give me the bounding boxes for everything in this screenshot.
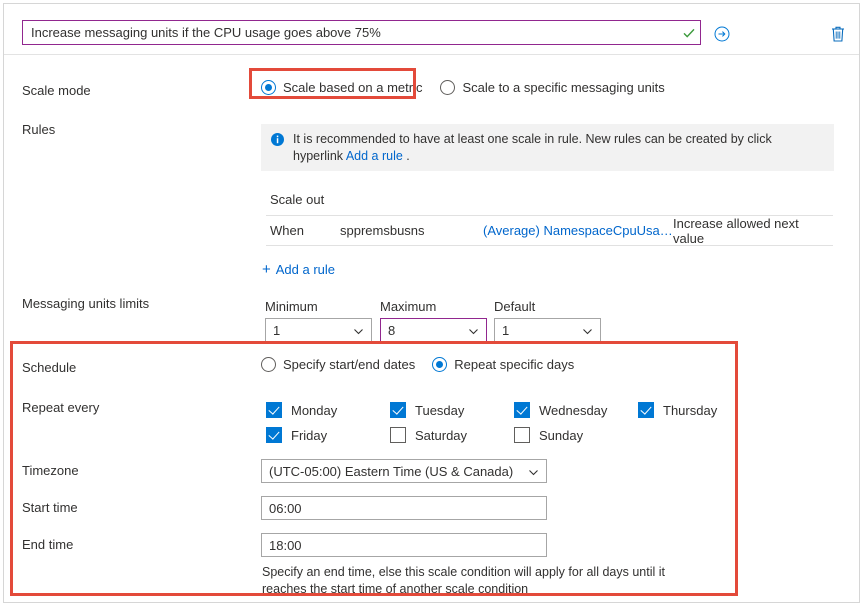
radio-label: Scale based on a metric [283, 80, 423, 95]
checkbox-label: Saturday [415, 427, 468, 443]
minimum-units-caption: Minimum [265, 299, 318, 314]
info-icon [271, 133, 284, 146]
minimum-units-field[interactable]: Minimum 1 [265, 299, 372, 342]
rules-label: Rules [22, 122, 56, 137]
chevron-down-icon [582, 325, 593, 336]
checkmark-icon [678, 21, 700, 44]
plus-icon: + [262, 261, 271, 278]
radio-scale-to-specific-units[interactable]: Scale to a specific messaging units [440, 80, 665, 95]
start-time-label: Start time [22, 500, 78, 515]
radio-dot-icon [440, 80, 456, 95]
checkbox-sunday[interactable]: Sunday [514, 427, 583, 443]
timezone-label: Timezone [22, 463, 79, 478]
radio-dot-icon [261, 357, 276, 372]
repeat-every-label: Repeat every [22, 400, 100, 415]
minimum-units-value: 1 [273, 322, 281, 338]
checkbox-label: Friday [291, 427, 328, 443]
end-time-label: End time [22, 537, 74, 552]
checkbox-icon [514, 427, 530, 443]
radio-specify-start-end-dates[interactable]: Specify start/end dates [261, 357, 415, 372]
radio-label: Specify start/end dates [283, 357, 416, 372]
checkbox-icon [514, 402, 530, 418]
end-time-input[interactable] [261, 533, 547, 557]
timezone-value: (UTC-05:00) Eastern Time (US & Canada) [269, 463, 514, 479]
checkbox-icon [390, 427, 406, 443]
chevron-down-icon [468, 325, 479, 336]
rules-info-banner: It is recommended to have at least one s… [261, 124, 834, 171]
rule-when-cell: When [270, 223, 304, 238]
checkbox-monday[interactable]: Monday [266, 402, 337, 418]
start-time-input[interactable] [261, 496, 547, 520]
default-units-select[interactable]: 1 [494, 318, 601, 342]
end-time-helper-text: Specify an end time, else this scale con… [262, 565, 665, 596]
add-a-rule-label: Add a rule [275, 262, 336, 277]
rules-info-text-after: . [402, 149, 410, 163]
checkbox-icon [266, 402, 282, 418]
checkbox-label: Tuesday [415, 402, 465, 418]
condition-title-row [4, 4, 859, 55]
trash-icon[interactable] [830, 25, 846, 43]
maximum-units-select[interactable]: 8 [380, 318, 487, 342]
maximum-units-caption: Maximum [380, 299, 437, 314]
messaging-units-limits-label: Messaging units limits [22, 296, 150, 311]
checkbox-label: Monday [291, 402, 338, 418]
minimum-units-select[interactable]: 1 [265, 318, 372, 342]
condition-name-field[interactable] [22, 20, 701, 45]
scale-condition-panel: Scale mode Scale based on a metric Scale… [3, 3, 860, 603]
scale-rules-table: Scale out When sppremsbusns (Average) Na… [266, 192, 833, 246]
arrow-right-circle-icon[interactable] [714, 26, 730, 42]
checkbox-label: Wednesday [539, 402, 608, 418]
chevron-down-icon [528, 466, 539, 477]
radio-dot-icon [261, 80, 276, 95]
add-a-rule-button[interactable]: + Add a rule [262, 262, 335, 277]
radio-scale-based-on-metric[interactable]: Scale based on a metric [261, 80, 422, 95]
checkbox-icon [266, 427, 282, 443]
checkbox-icon [390, 402, 406, 418]
radio-label: Repeat specific days [454, 357, 575, 372]
table-row[interactable]: When sppremsbusns (Average) NamespaceCpu… [266, 216, 833, 246]
rule-action-cell: Increase allowed next value [673, 215, 799, 246]
maximum-units-field[interactable]: Maximum 8 [380, 299, 487, 342]
default-units-value: 1 [502, 322, 510, 338]
checkbox-saturday[interactable]: Saturday [390, 427, 467, 443]
rules-info-text: It is recommended to have at least one s… [293, 131, 824, 171]
checkbox-icon [638, 402, 654, 418]
add-a-rule-inline-link[interactable]: Add a rule [346, 149, 403, 163]
radio-repeat-specific-days[interactable]: Repeat specific days [432, 357, 574, 372]
scale-out-section-title: Scale out [266, 192, 833, 216]
schedule-radio-group[interactable]: Specify start/end dates Repeat specific … [261, 357, 574, 372]
checkbox-label: Thursday [663, 402, 718, 418]
chevron-down-icon [353, 325, 364, 336]
scale-condition-screen: Scale mode Scale based on a metric Scale… [0, 0, 865, 609]
schedule-label: Schedule [22, 360, 77, 375]
default-units-caption: Default [494, 299, 536, 314]
timezone-select[interactable]: (UTC-05:00) Eastern Time (US & Canada) [261, 459, 547, 483]
checkbox-wednesday[interactable]: Wednesday [514, 402, 607, 418]
rule-resource-cell: sppremsbusns [340, 223, 425, 238]
checkbox-thursday[interactable]: Thursday [638, 402, 717, 418]
condition-name-input[interactable] [23, 21, 678, 44]
checkbox-tuesday[interactable]: Tuesday [390, 402, 464, 418]
rule-metric-cell[interactable]: (Average) NamespaceCpuUsag… [483, 223, 673, 238]
checkbox-label: Sunday [539, 427, 584, 443]
default-units-field[interactable]: Default 1 [494, 299, 601, 342]
checkbox-friday[interactable]: Friday [266, 427, 327, 443]
radio-dot-icon [432, 357, 448, 372]
maximum-units-value: 8 [388, 322, 396, 338]
scale-mode-radio-group[interactable]: Scale based on a metric Scale to a speci… [261, 80, 665, 95]
radio-label: Scale to a specific messaging units [462, 80, 665, 95]
scale-mode-label: Scale mode [22, 83, 91, 98]
